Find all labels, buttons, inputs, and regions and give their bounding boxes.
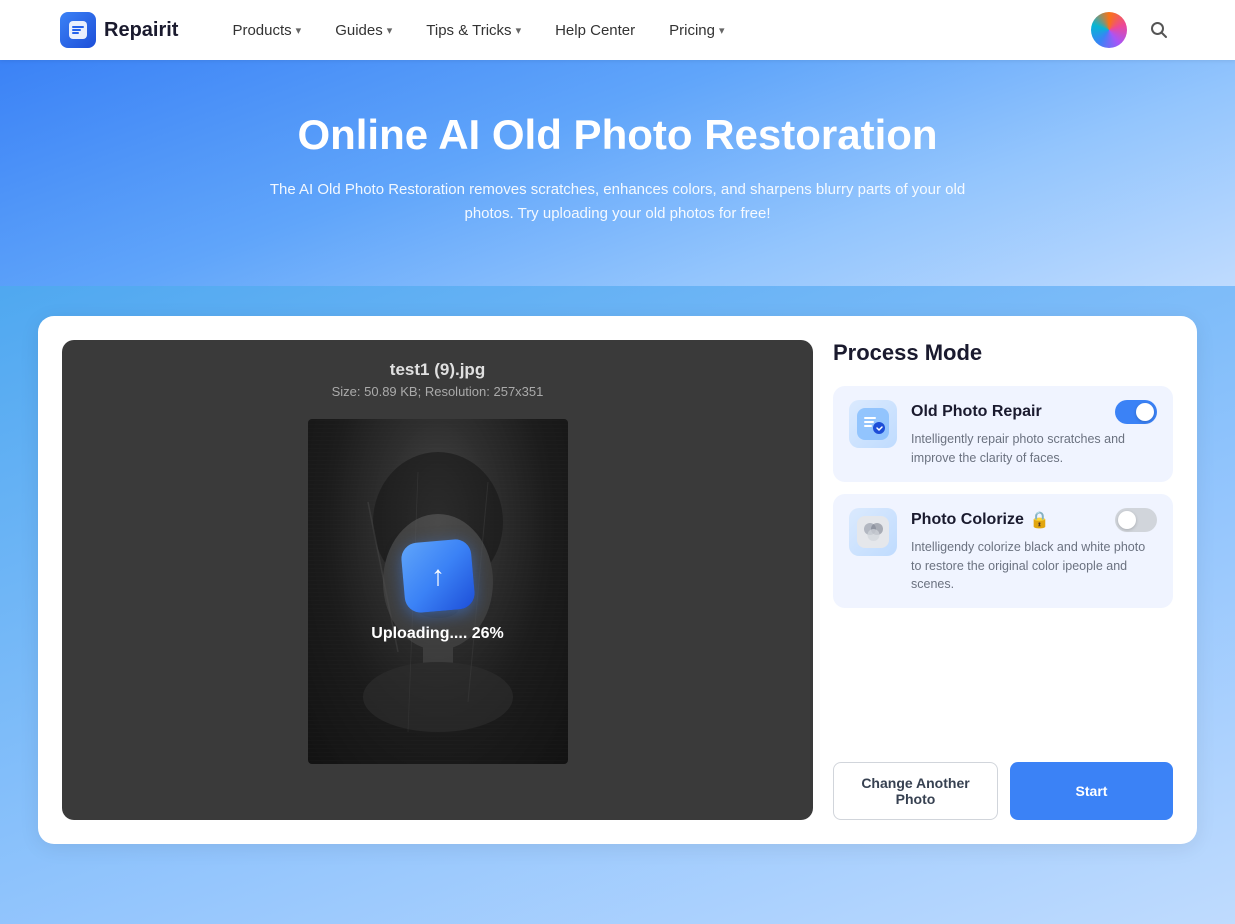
mode-item-photo-colorize: Photo Colorize 🔒 Intelligendy colorize b… [833, 494, 1173, 608]
search-button[interactable] [1143, 14, 1175, 46]
hero-section: Online AI Old Photo Restoration The AI O… [0, 60, 1235, 286]
mode-desc-old-photo-repair: Intelligently repair photo scratches and… [911, 430, 1157, 468]
process-buttons: Change Another Photo Start [833, 762, 1173, 820]
lock-icon: 🔒 [1030, 510, 1050, 530]
chevron-down-icon: ▾ [516, 24, 522, 37]
chevron-down-icon: ▾ [719, 24, 725, 37]
mode-content-photo-colorize: Photo Colorize 🔒 Intelligendy colorize b… [911, 508, 1157, 594]
change-another-photo-button[interactable]: Change Another Photo [833, 762, 998, 820]
mode-header-old-photo-repair: Old Photo Repair [911, 400, 1157, 424]
brand-icon [60, 12, 96, 48]
nav-item-guides[interactable]: Guides ▾ [321, 14, 406, 47]
main-card: test1 (9).jpg Size: 50.89 KB; Resolution… [38, 316, 1197, 844]
old-photo-repair-icon [849, 400, 897, 448]
nav-item-tips-tricks[interactable]: Tips & Tricks ▾ [412, 14, 535, 47]
mode-item-old-photo-repair: Old Photo Repair Intelligently repair ph… [833, 386, 1173, 482]
nav-item-products[interactable]: Products ▾ [218, 14, 315, 47]
upload-arrow-icon: ↑ [431, 560, 445, 592]
chevron-down-icon: ▾ [387, 24, 393, 37]
mode-label-old-photo-repair: Old Photo Repair [911, 403, 1042, 421]
nav-item-pricing[interactable]: Pricing ▾ [655, 14, 738, 47]
process-spacer [833, 620, 1173, 742]
nav-item-help-center[interactable]: Help Center [541, 14, 649, 47]
chevron-down-icon: ▾ [296, 24, 302, 37]
brand-logo[interactable]: Repairit [60, 12, 178, 48]
mode-content-old-photo-repair: Old Photo Repair Intelligently repair ph… [911, 400, 1157, 468]
toggle-photo-colorize[interactable] [1115, 508, 1157, 532]
hero-subtitle: The AI Old Photo Restoration removes scr… [258, 178, 978, 226]
start-button[interactable]: Start [1010, 762, 1173, 820]
photo-panel: test1 (9).jpg Size: 50.89 KB; Resolution… [62, 340, 813, 820]
toggle-old-photo-repair[interactable] [1115, 400, 1157, 424]
navbar: Repairit Products ▾ Guides ▾ Tips & Tric… [0, 0, 1235, 60]
photo-filename: test1 (9).jpg [390, 360, 485, 380]
nav-items: Products ▾ Guides ▾ Tips & Tricks ▾ Help… [218, 14, 1091, 47]
photo-image-wrapper: ↑ Uploading.... 26% [308, 419, 568, 764]
hero-title: Online AI Old Photo Restoration [20, 110, 1215, 160]
uploading-text: Uploading.... 26% [371, 625, 503, 643]
mode-desc-photo-colorize: Intelligendy colorize black and white ph… [911, 538, 1157, 594]
mode-header-photo-colorize: Photo Colorize 🔒 [911, 508, 1157, 532]
photo-colorize-icon [849, 508, 897, 556]
upload-cube-icon: ↑ [400, 538, 476, 614]
upload-overlay: ↑ Uploading.... 26% [308, 419, 568, 764]
avatar[interactable] [1091, 12, 1127, 48]
process-mode-title: Process Mode [833, 340, 1173, 366]
mode-label-photo-colorize: Photo Colorize [911, 511, 1024, 529]
photo-meta: Size: 50.89 KB; Resolution: 257x351 [332, 384, 544, 399]
process-panel: Process Mode [833, 340, 1173, 820]
nav-right [1091, 12, 1175, 48]
brand-name: Repairit [104, 19, 178, 42]
